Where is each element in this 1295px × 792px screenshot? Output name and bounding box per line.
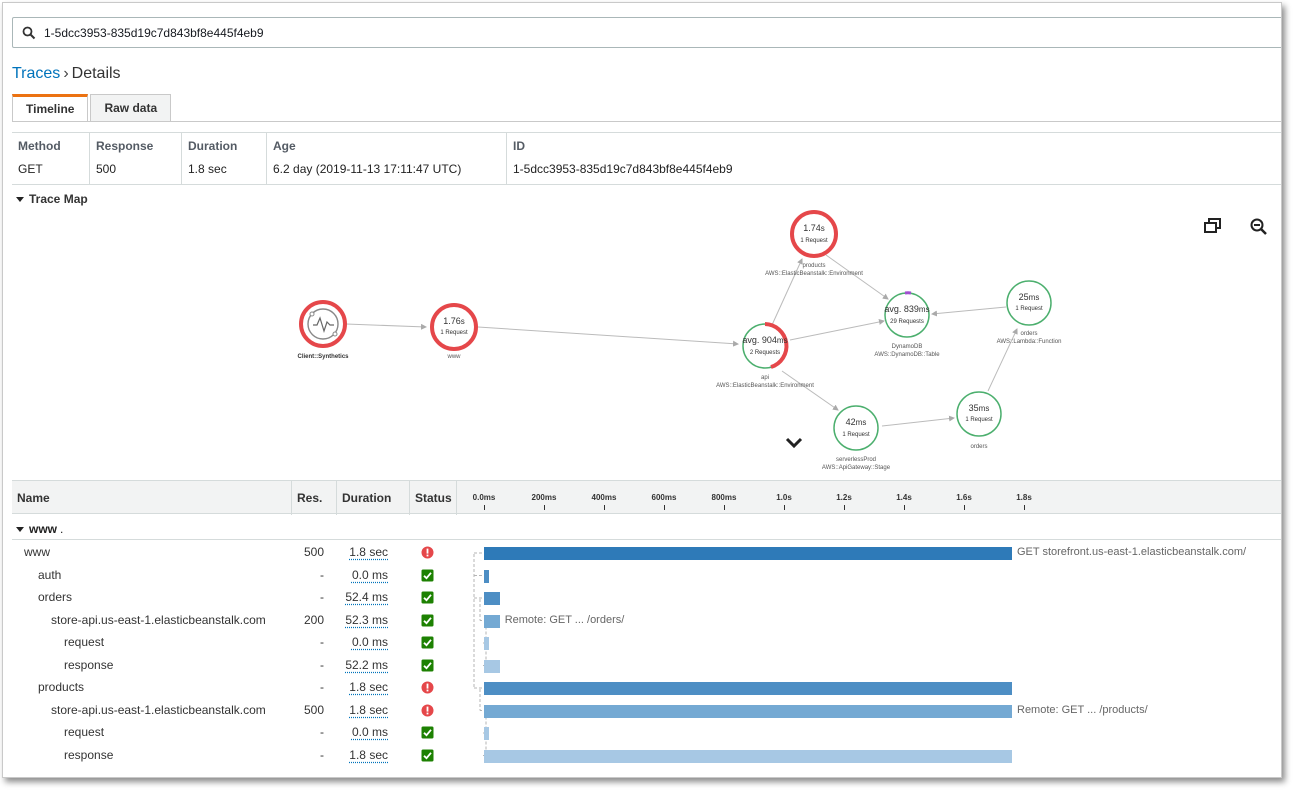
- segment-duration[interactable]: 52.3 ms: [328, 613, 388, 627]
- segment-response-code: -: [320, 747, 324, 762]
- segment-name: www: [24, 545, 50, 559]
- segment-response-code: -: [320, 635, 324, 649]
- segment-name: orders: [38, 590, 73, 604]
- segment-response-code: -: [320, 680, 324, 694]
- page-frame: 1-5dcc3953-835d19c7d843bf8e445f4eb9 Trac…: [2, 2, 1282, 778]
- segment-response-code: 500: [303, 702, 324, 717]
- segment-duration[interactable]: 52.4 ms: [328, 590, 388, 604]
- segment-response-code: -: [320, 590, 324, 604]
- segment-response-code: -: [320, 725, 324, 739]
- timeline-row[interactable]: response -52.2 ms: [12, 655, 1281, 677]
- error-icon: [421, 681, 434, 694]
- segment-duration[interactable]: 0.0 ms: [328, 725, 388, 739]
- segment-bar-label: GET storefront.us-east-1.elasticbeanstal…: [1017, 546, 1247, 558]
- segment-bar[interactable]: [484, 682, 1012, 695]
- segment-bar[interactable]: [484, 727, 489, 740]
- segment-bar[interactable]: [484, 592, 500, 605]
- check-icon: [421, 591, 434, 604]
- segment-name: store-api.us-east-1.elasticbeanstalk.com: [51, 702, 266, 717]
- timeline-row[interactable]: orders -52.4 ms: [12, 587, 1281, 609]
- segment-bar[interactable]: [484, 749, 1012, 763]
- segment-duration[interactable]: 1.8 sec: [328, 748, 388, 762]
- check-icon: [421, 636, 434, 649]
- segment-duration[interactable]: 1.8 sec: [328, 680, 388, 694]
- segment-bar[interactable]: [484, 614, 500, 628]
- segment-duration[interactable]: 52.2 ms: [328, 658, 388, 672]
- segment-name: auth: [38, 567, 62, 582]
- segment-duration[interactable]: 0.0 ms: [328, 635, 388, 649]
- segment-duration[interactable]: 0.0 ms: [328, 568, 388, 582]
- timeline-row[interactable]: request -0.0 ms: [12, 632, 1281, 654]
- check-icon: [421, 614, 434, 626]
- segment-bar-label: Remote: GET ... /products/: [1017, 703, 1148, 716]
- segment-name: store-api.us-east-1.elasticbeanstalk.com: [51, 612, 266, 627]
- segment-bar[interactable]: [484, 547, 1012, 560]
- segment-name: request: [64, 635, 105, 649]
- segment-name: request: [64, 725, 105, 739]
- check-icon: [421, 659, 434, 671]
- segment-bar-label: Remote: GET ... /orders/: [504, 613, 625, 626]
- segment-bar[interactable]: [484, 704, 1012, 718]
- segment-response-code: 500: [303, 545, 324, 559]
- timeline-row[interactable]: request -0.0 ms: [12, 722, 1281, 744]
- timeline-row[interactable]: response -1.8 sec: [12, 745, 1281, 767]
- segment-bar[interactable]: [484, 659, 500, 673]
- timeline-row[interactable]: auth -0.0 ms: [12, 565, 1281, 587]
- segment-response-code: 200: [303, 612, 324, 627]
- timeline-row[interactable]: products -1.8 sec: [12, 677, 1281, 699]
- error-icon: [421, 546, 434, 559]
- segment-duration[interactable]: 1.8 sec: [328, 545, 388, 559]
- check-icon: [421, 726, 434, 739]
- timeline-row[interactable]: www 500 1.8 sec GET storefront.us-east-1.el…: [12, 542, 1281, 564]
- timeline-row[interactable]: store-api.us-east-1.elasticbeanstalk.com…: [12, 700, 1281, 722]
- error-icon: [421, 704, 434, 716]
- segment-name: products: [38, 680, 85, 694]
- segment-bar[interactable]: [484, 637, 489, 650]
- segment-name: response: [64, 657, 114, 672]
- segment-response-code: -: [320, 657, 324, 672]
- timeline-row[interactable]: store-api.us-east-1.elasticbeanstalk.com…: [12, 610, 1281, 632]
- check-icon: [421, 749, 434, 761]
- segment-response-code: -: [320, 567, 324, 582]
- check-icon: [421, 569, 434, 581]
- segment-bar[interactable]: [484, 569, 489, 583]
- segment-duration[interactable]: 1.8 sec: [328, 703, 388, 717]
- segment-name: response: [64, 747, 114, 762]
